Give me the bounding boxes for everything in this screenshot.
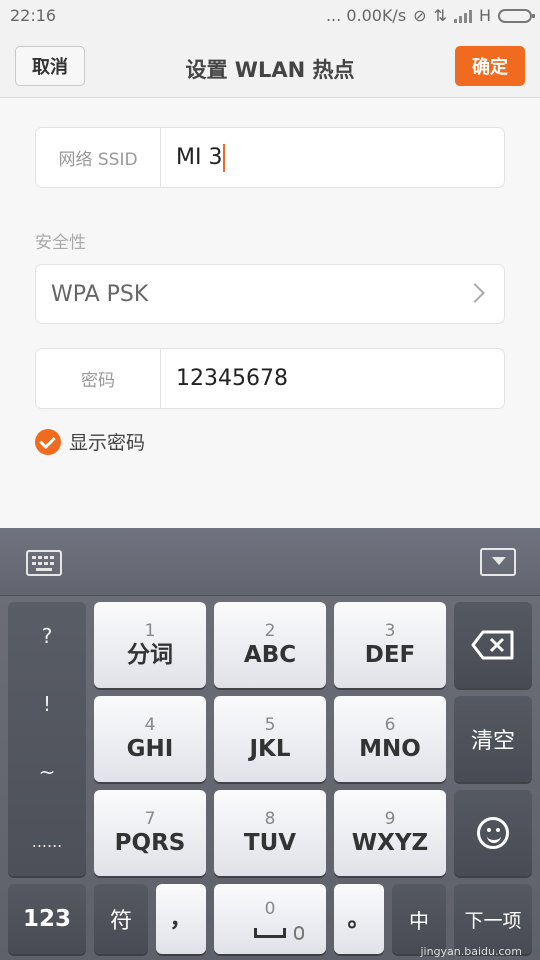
- clear-key[interactable]: 清空: [454, 696, 532, 782]
- punct-ellipsis[interactable]: ......: [8, 832, 86, 851]
- period-label: 。: [347, 905, 371, 932]
- key-2[interactable]: 2 ABC: [214, 602, 326, 688]
- ssid-value-wrap[interactable]: MI 3: [176, 128, 226, 187]
- key-6-number: 6: [384, 715, 396, 735]
- key-1[interactable]: 1 分词: [94, 602, 206, 688]
- next-key[interactable]: 下一项: [454, 884, 532, 954]
- key-4-label: GHI: [126, 736, 174, 762]
- punct-exclaim[interactable]: !: [8, 692, 86, 716]
- key-1-number: 1: [144, 621, 156, 641]
- security-section-label: 安全性: [35, 233, 86, 253]
- chevron-right-icon: [465, 283, 485, 303]
- language-label: 中: [409, 908, 429, 933]
- punctuation-column[interactable]: ? ! ~ ......: [8, 602, 86, 876]
- key-2-number: 2: [264, 621, 276, 641]
- status-icons: ... 0.00K/s ⊘ ⇅ H: [325, 6, 535, 25]
- key-9-number: 9: [384, 809, 396, 829]
- network-speed: ... 0.00K/s: [325, 6, 407, 25]
- key-7-number: 7: [144, 809, 156, 829]
- checkbox-checked-icon[interactable]: [35, 428, 61, 455]
- key-1-label: 分词: [127, 642, 173, 668]
- password-value: 12345678: [176, 366, 288, 391]
- ssid-value: MI 3: [176, 145, 223, 170]
- key-4-number: 4: [144, 715, 156, 735]
- space-key[interactable]: 0: [214, 884, 326, 954]
- backspace-key[interactable]: [454, 602, 532, 688]
- signal-icon: [453, 9, 472, 23]
- key-5-label: JKL: [249, 736, 291, 762]
- key-5[interactable]: 5 JKL: [214, 696, 326, 782]
- key-8-number: 8: [264, 809, 276, 829]
- space-icon: [254, 927, 286, 938]
- key-5-number: 5: [264, 715, 276, 735]
- password-label: 密码: [36, 349, 161, 408]
- punct-tilde[interactable]: ~: [8, 760, 86, 784]
- key-9[interactable]: 9 WXYZ: [334, 790, 446, 876]
- status-bar: 22:16 ... 0.00K/s ⊘ ⇅ H: [0, 0, 540, 32]
- key-6[interactable]: 6 MNO: [334, 696, 446, 782]
- battery-icon: [498, 8, 535, 23]
- emoji-key[interactable]: [454, 790, 532, 876]
- key-7-label: PQRS: [114, 830, 186, 856]
- keyboard-toolbar: [0, 528, 540, 596]
- ssid-label: 网络 SSID: [36, 128, 161, 187]
- key-7[interactable]: 7 PQRS: [94, 790, 206, 876]
- security-value: WPA PSK: [51, 282, 149, 307]
- keyboard-icon[interactable]: [26, 550, 62, 576]
- key-3-label: DEF: [364, 642, 416, 668]
- mic-icon: [294, 926, 304, 940]
- title-bar: 取消 设置 WLAN 热点 确定: [0, 32, 540, 98]
- wifi-hotspot-icon: ⊘: [413, 6, 427, 25]
- data-arrows-icon: ⇅: [433, 6, 447, 25]
- confirm-button[interactable]: 确定: [455, 46, 525, 86]
- key-6-label: MNO: [359, 736, 421, 762]
- language-key[interactable]: 中: [392, 884, 446, 954]
- key-8-label: TUV: [243, 830, 297, 856]
- network-type: H: [478, 6, 491, 25]
- ssid-field[interactable]: 网络 SSID MI 3: [35, 127, 505, 188]
- show-password-toggle[interactable]: 显示密码: [35, 428, 145, 455]
- watermark: jingyan.baidu.com: [420, 945, 522, 958]
- text-cursor: [223, 143, 226, 172]
- status-time: 22:16: [10, 6, 57, 25]
- clear-label: 清空: [470, 729, 515, 754]
- symbol-key[interactable]: 符: [94, 884, 148, 954]
- show-password-label: 显示密码: [69, 432, 146, 454]
- key-3[interactable]: 3 DEF: [334, 602, 446, 688]
- security-select[interactable]: WPA PSK: [35, 264, 505, 324]
- punct-question[interactable]: ?: [8, 624, 86, 648]
- key-2-label: ABC: [243, 642, 297, 668]
- next-label: 下一项: [464, 909, 522, 932]
- period-key[interactable]: 。: [334, 884, 384, 954]
- numbers-key[interactable]: 123: [8, 884, 86, 954]
- zero-label: 0: [264, 898, 276, 919]
- key-3-number: 3: [384, 621, 396, 641]
- numbers-label: 123: [22, 905, 71, 932]
- comma-label: ，: [169, 905, 193, 932]
- key-8[interactable]: 8 TUV: [214, 790, 326, 876]
- key-4[interactable]: 4 GHI: [94, 696, 206, 782]
- emoji-icon: [477, 817, 509, 849]
- password-field[interactable]: 密码 12345678: [35, 348, 505, 409]
- symbol-label: 符: [109, 909, 132, 934]
- hide-keyboard-icon[interactable]: [480, 548, 516, 576]
- key-9-label: WXYZ: [351, 830, 429, 856]
- comma-key[interactable]: ，: [156, 884, 206, 954]
- backspace-icon: [471, 630, 514, 660]
